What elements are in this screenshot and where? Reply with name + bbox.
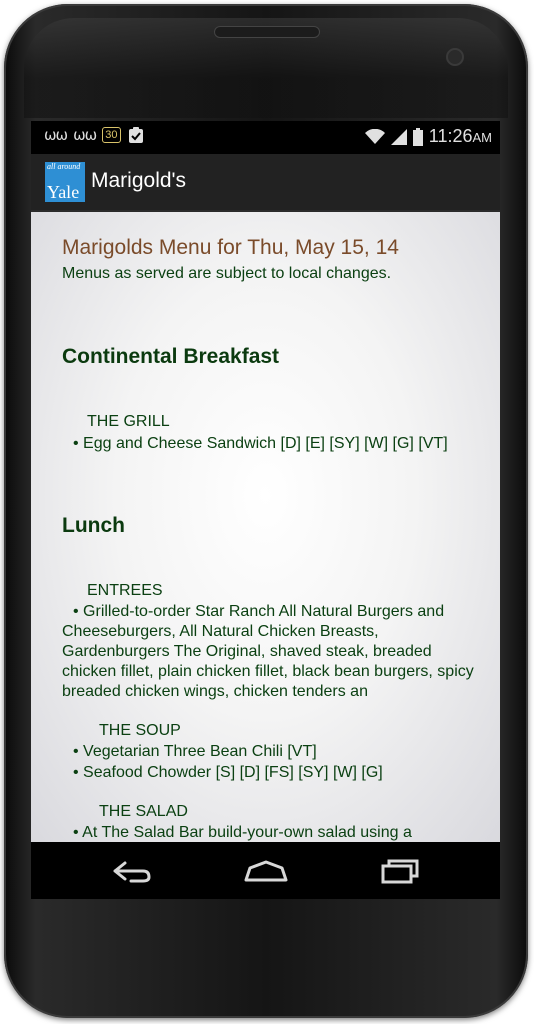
calendar-badge: 30 — [102, 127, 121, 143]
station-label-salad: THE SALAD — [99, 803, 188, 820]
logo-large-text: Yale — [47, 182, 80, 202]
meal-heading-lunch: Lunch — [62, 514, 125, 537]
wifi-icon — [364, 128, 385, 145]
voicemail-icon: ωω — [44, 126, 68, 144]
clock-time: 11:26 — [428, 126, 473, 146]
app-logo[interactable]: all around Yale — [45, 162, 85, 202]
home-icon[interactable] — [236, 854, 296, 888]
list-item: • Egg and Cheese Sandwich [D] [E] [SY] [… — [73, 435, 448, 452]
voicemail-icon: ωω — [73, 126, 97, 144]
clipboard-check-icon — [127, 126, 145, 144]
signal-icon — [390, 128, 407, 145]
menu-title: Marigolds Menu for Thu, May 15, 14 — [62, 236, 399, 259]
system-icons: 11:26AM — [364, 126, 492, 147]
status-bar: ωω ωω 30 11:26AM — [31, 121, 500, 154]
recent-apps-icon[interactable] — [371, 854, 431, 888]
battery-icon — [412, 127, 423, 146]
navigation-bar — [31, 842, 500, 899]
list-item: • Grilled-to-order Star Ranch All Natura… — [62, 603, 474, 700]
clock-ampm: AM — [472, 130, 493, 145]
list-item: • Vegetarian Three Bean Chili [VT] — [73, 743, 317, 760]
station-label-entrees: ENTREES — [87, 582, 163, 599]
clock: 11:26AM — [429, 126, 492, 147]
back-icon[interactable] — [101, 854, 161, 888]
menu-disclaimer: Menus as served are subject to local cha… — [62, 265, 392, 282]
list-item: • Seafood Chowder [S] [D] [FS] [SY] [W] … — [73, 764, 383, 781]
station-label-grill: THE GRILL — [87, 413, 170, 430]
logo-small-text: all around — [47, 162, 81, 171]
menu-content[interactable]: Marigolds Menu for Thu, May 15, 14 Menus… — [31, 212, 500, 842]
action-bar: all around Yale Marigold's — [31, 154, 500, 212]
app-title: Marigold's — [91, 169, 187, 192]
screen: ωω ωω 30 11:26AM all around Yale Marigol… — [31, 121, 500, 899]
earpiece-speaker — [214, 26, 320, 38]
station-label-soup: THE SOUP — [99, 722, 181, 739]
front-camera — [446, 48, 464, 66]
list-item: • At The Salad Bar build-your-own salad … — [73, 824, 412, 841]
meal-heading-breakfast: Continental Breakfast — [62, 345, 280, 368]
notification-icons: ωω ωω 30 — [44, 126, 145, 144]
